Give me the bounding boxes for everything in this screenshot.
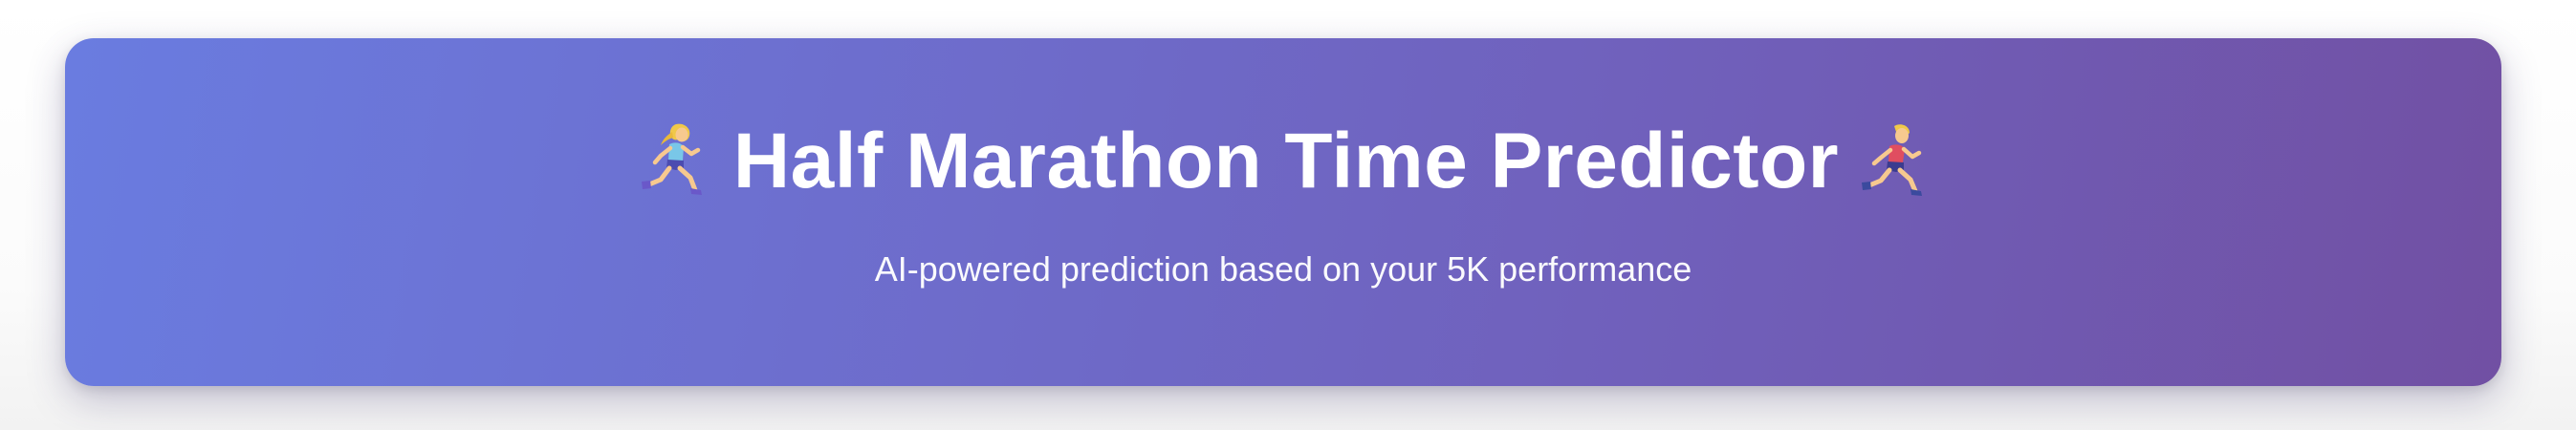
man-running-icon: [1862, 124, 1923, 196]
page-title: Half Marathon Time Predictor: [732, 118, 1840, 204]
page-subtitle: AI-powered prediction based on your 5K p…: [874, 249, 1692, 289]
title-row: Half Marathon Time Predictor: [638, 120, 1929, 203]
hero-banner: Half Marathon Time Predictor AI-powered …: [65, 38, 2501, 386]
woman-running-icon: [641, 123, 702, 195]
